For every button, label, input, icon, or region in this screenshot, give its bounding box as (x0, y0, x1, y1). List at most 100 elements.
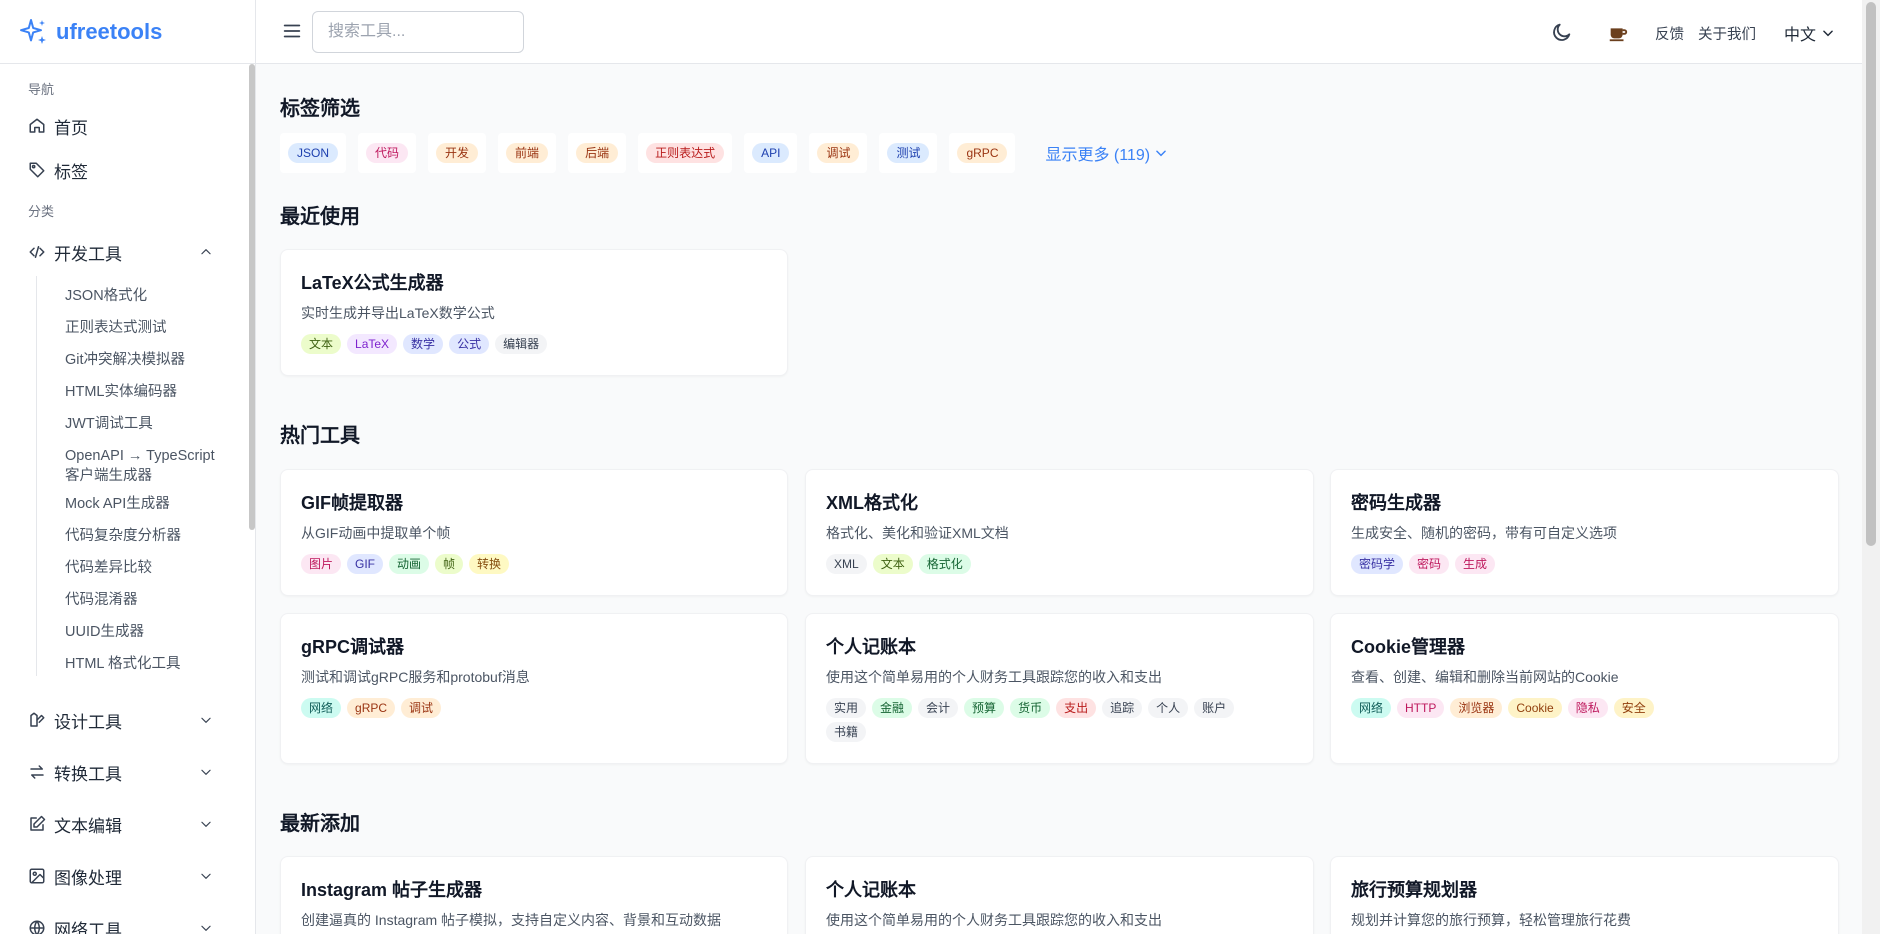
tool-card-desc: 使用这个简单易用的个人财务工具跟踪您的收入和支出 (826, 669, 1162, 685)
tag-pill: 文本 (301, 334, 342, 354)
tool-card[interactable]: 旅行预算规划器 规划并计算您的旅行预算，轻松管理旅行花费 (1330, 856, 1839, 934)
convert-icon (30, 765, 44, 779)
tag-pill: 图片 (301, 554, 342, 574)
sidebar-subitem[interactable]: Git冲突解决模拟器 (0, 344, 255, 376)
tag-pill: 追踪 (1102, 698, 1143, 718)
sidebar-category-text-edit[interactable]: 文本编辑 (0, 798, 255, 850)
chevron-down-icon (1823, 30, 1833, 37)
page-scrollbar[interactable] (1862, 0, 1880, 934)
tag-filter-item[interactable]: gRPC (949, 133, 1016, 173)
tag-pill: gRPC (347, 698, 396, 718)
tool-card-desc: 实时生成并导出LaTeX数学公式 (301, 305, 495, 321)
page-scrollbar-thumb[interactable] (1866, 2, 1876, 546)
tool-card[interactable]: 个人记账本 使用这个简单易用的个人财务工具跟踪您的收入和支出 (805, 856, 1314, 934)
tool-card[interactable]: Instagram 帖子生成器 创建逼真的 Instagram 帖子模拟，支持自… (280, 856, 788, 934)
tag-filter-item[interactable]: 调试 (809, 133, 868, 173)
chevron-down-icon (201, 717, 211, 723)
tool-card-desc: 从GIF动画中提取单个帧 (301, 525, 451, 541)
tag-pill: 密码 (1409, 554, 1450, 574)
design-icon (30, 712, 45, 727)
tag-pill: 生成 (1455, 554, 1496, 574)
sidebar-item-label: 标签 (54, 162, 88, 182)
about-link[interactable]: 关于我们 (1698, 23, 1756, 44)
tool-card[interactable]: Cookie管理器 查看、创建、编辑和删除当前网站的Cookie 网络 HTTP… (1330, 613, 1839, 764)
sidebar-category-design-tools[interactable]: 设计工具 (0, 694, 255, 746)
sidebar-subitem[interactable]: HTML 格式化工具 (0, 648, 255, 680)
tag-pill: 金融 (872, 698, 913, 718)
dev-tools-list: JSON格式化 正则表达式测试 Git冲突解决模拟器 HTML实体编码器 JWT… (0, 272, 255, 680)
sparkle-logo-icon (20, 18, 46, 44)
sidebar-category-dev-tools[interactable]: 开发工具 (0, 232, 255, 272)
moon-icon[interactable] (1551, 21, 1573, 43)
sidebar-item-home[interactable]: 首页 (0, 104, 255, 148)
tag-filter-item[interactable]: 代码 (358, 133, 417, 173)
sidebar-subitem[interactable]: 正则表达式测试 (0, 312, 255, 344)
tool-card[interactable]: XML格式化 格式化、美化和验证XML文档 XML 文本 格式化 (805, 469, 1314, 596)
search-input[interactable] (312, 11, 524, 53)
tag-filter-item[interactable]: 后端 (568, 133, 627, 173)
language-select[interactable]: 中文 (1784, 21, 1835, 45)
sidebar-category-network-tools[interactable]: 网络工具 (0, 902, 255, 934)
sidebar-subitem[interactable]: UUID生成器 (0, 616, 255, 648)
tool-card-tags: 图片 GIF 动画 帧 转换 (301, 554, 767, 574)
tag-pill: 转换 (469, 554, 510, 574)
tag-pill: 货币 (1010, 698, 1051, 718)
tool-card-tags: XML 文本 格式化 (826, 554, 1293, 574)
tool-card-desc: 生成安全、随机的密码，带有可自定义选项 (1351, 525, 1617, 541)
logo[interactable]: ufreetools (0, 0, 255, 64)
menu-icon[interactable] (281, 20, 303, 42)
sidebar-scrollbar[interactable] (249, 64, 255, 530)
chevron-up-icon (201, 249, 211, 255)
tool-card[interactable]: GIF帧提取器 从GIF动画中提取单个帧 图片 GIF 动画 帧 转换 (280, 469, 788, 596)
tag-filter-item[interactable]: 前端 (498, 133, 557, 173)
tool-card[interactable]: LaTeX公式生成器 实时生成并导出LaTeX数学公式 文本 LaTeX 数学 … (280, 249, 788, 376)
tag-pill: 预算 (964, 698, 1005, 718)
tag-pill: 后端 (576, 143, 619, 163)
tag-pill: 安全 (1613, 698, 1654, 718)
tool-card[interactable]: 个人记账本 使用这个简单易用的个人财务工具跟踪您的收入和支出 实用 金融 会计 … (805, 613, 1314, 764)
tag-filter-item[interactable]: 测试 (879, 133, 938, 173)
sidebar-item-tags[interactable]: 标签 (0, 148, 255, 192)
chevron-down-icon (201, 821, 211, 827)
sidebar-subitem[interactable]: 代码复杂度分析器 (0, 520, 255, 552)
feedback-link[interactable]: 反馈 (1655, 23, 1684, 44)
sidebar-category-convert-tools[interactable]: 转换工具 (0, 746, 255, 798)
tool-card[interactable]: gRPC调试器 测试和调试gRPC服务和protobuf消息 网络 gRPC 调… (280, 613, 788, 764)
tag-filter-item[interactable]: API (744, 133, 798, 173)
tag-pill: 书籍 (826, 722, 867, 742)
tool-card-desc: 测试和调试gRPC服务和protobuf消息 (301, 669, 530, 685)
sidebar-subitem[interactable]: JWT调试工具 (0, 408, 255, 440)
main-content: 标签筛选 JSON 代码 开发 前端 后端 正则表达式 API 调试 测试 gR… (256, 64, 1862, 934)
sidebar-subitem[interactable]: OpenAPI → TypeScript 客户端生成器 (0, 440, 255, 488)
sidebar-subitem[interactable]: 代码混淆器 (0, 584, 255, 616)
coffee-icon[interactable] (1607, 21, 1629, 43)
show-more-tags-button[interactable]: 显示更多 (119) (1045, 141, 1168, 165)
category-heading: 分类 (28, 204, 55, 219)
tool-card-title: 密码生成器 (1351, 493, 1441, 513)
tag-pill: GIF (347, 554, 384, 574)
tag-pill: HTTP (1397, 698, 1445, 718)
tag-pill: 文本 (872, 554, 913, 574)
sidebar-subitem[interactable]: Mock API生成器 (0, 488, 255, 520)
tag-pill: XML (826, 554, 867, 574)
tool-card[interactable]: 密码生成器 生成安全、随机的密码，带有可自定义选项 密码学 密码 生成 (1330, 469, 1839, 596)
sidebar-category-image-processing[interactable]: 图像处理 (0, 850, 255, 902)
nav-heading: 导航 (28, 82, 55, 97)
tag-filter-item[interactable]: 正则表达式 (638, 133, 733, 173)
sidebar-subitem[interactable]: JSON格式化 (0, 280, 255, 312)
sidebar: ufreetools 导航 首页 标签 分类 开发工具 JSON格式化 正则表达… (0, 0, 256, 934)
recent-title: 最近使用 (280, 206, 360, 228)
chevron-down-icon (201, 769, 211, 775)
tag-pill: 会计 (918, 698, 959, 718)
sidebar-subitem[interactable]: 代码差异比较 (0, 552, 255, 584)
tag-filter-item[interactable]: 开发 (428, 133, 487, 173)
tag-filter-item[interactable]: JSON (280, 133, 347, 173)
sidebar-subitem[interactable]: HTML实体编码器 (0, 376, 255, 408)
tool-card-title: 个人记账本 (826, 637, 916, 657)
tag-pill: LaTeX (347, 334, 398, 354)
tag-pill: JSON (288, 143, 339, 163)
tool-card-title: Instagram 帖子生成器 (301, 880, 483, 900)
tag-pill: 格式化 (918, 554, 971, 574)
tool-card-desc: 创建逼真的 Instagram 帖子模拟，支持自定义内容、背景和互动数据 (301, 912, 722, 928)
tool-card-desc: 规划并计算您的旅行预算，轻松管理旅行花费 (1351, 912, 1631, 928)
